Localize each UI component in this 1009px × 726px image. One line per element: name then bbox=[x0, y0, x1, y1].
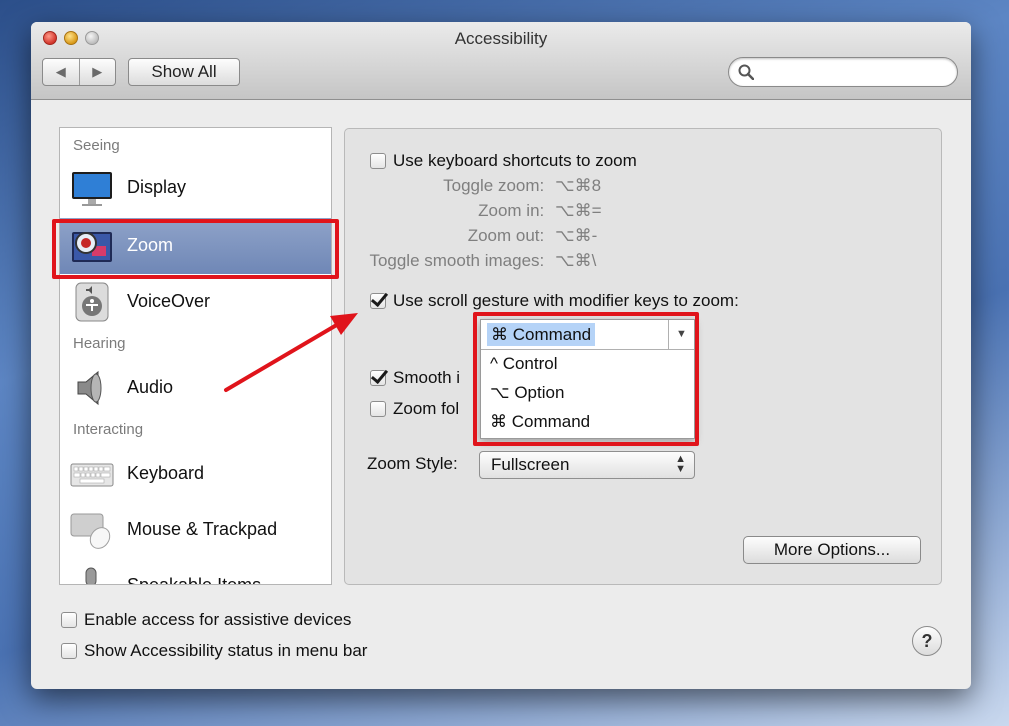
annotation-arrow bbox=[224, 313, 358, 392]
